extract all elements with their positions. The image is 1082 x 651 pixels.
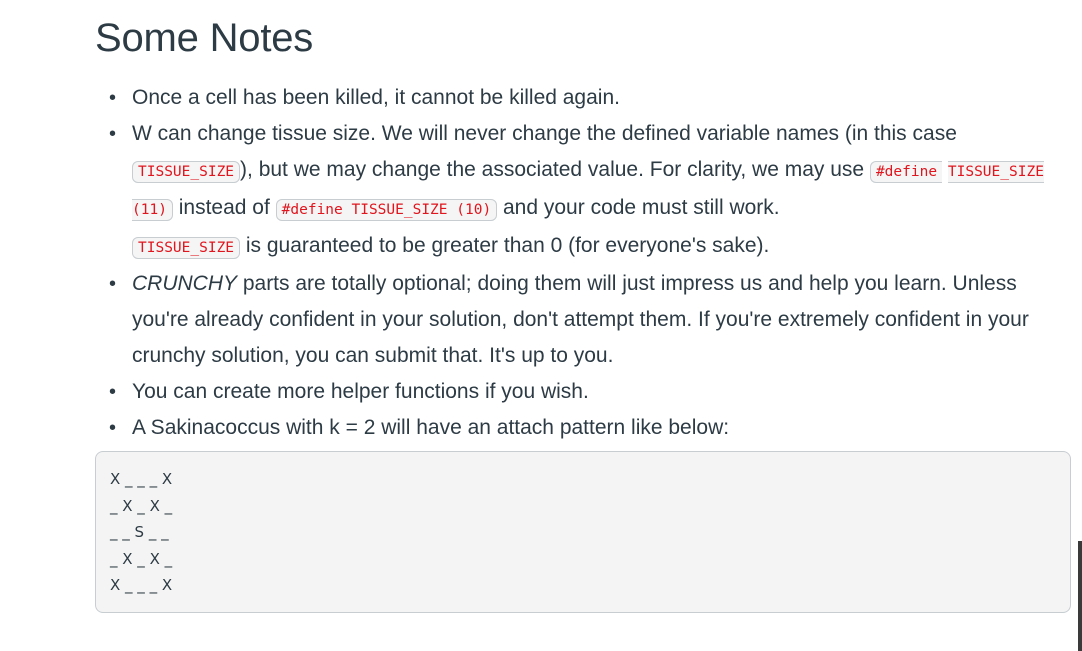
scrollbar-edge[interactable] <box>1078 541 1082 651</box>
note-text: ), but we may change the associated valu… <box>240 158 870 181</box>
bullet-icon: • <box>109 87 117 109</box>
note-text: You can create more helper functions if … <box>132 380 589 403</box>
list-item: • You can create more helper functions i… <box>95 374 1055 410</box>
inline-code: TISSUE_SIZE <box>132 237 241 259</box>
note-text: Once a cell has been killed, it cannot b… <box>132 86 620 109</box>
note-text: instead of <box>172 196 276 219</box>
inline-code: TISSUE_SIZE <box>132 161 241 183</box>
list-item: • Once a cell has been killed, it cannot… <box>95 80 1055 116</box>
inline-code: #define TISSUE_SIZE (10) <box>275 199 498 221</box>
note-text: parts are totally optional; doing them w… <box>132 272 1029 367</box>
notes-list: • Once a cell has been killed, it cannot… <box>95 80 1055 446</box>
note-text: is guaranteed to be greater than 0 (for … <box>240 234 770 257</box>
note-text: and your code must still work. <box>497 196 780 219</box>
list-item: • A Sakinacoccus with k = 2 will have an… <box>95 410 1055 446</box>
pattern-code-block: X _ _ _ X _ X _ X _ _ _ S _ _ _ X _ X _ … <box>95 451 1071 613</box>
bullet-icon: • <box>109 273 117 295</box>
emphasis-text: CRUNCHY <box>132 272 237 295</box>
bullet-icon: • <box>109 123 117 145</box>
bullet-icon: • <box>109 381 117 403</box>
note-text: A Sakinacoccus with k = 2 will have an a… <box>132 416 730 439</box>
page-heading: Some Notes <box>95 16 314 60</box>
list-item: • CRUNCHY parts are totally optional; do… <box>95 266 1055 374</box>
note-text: W can change tissue size. We will never … <box>132 122 957 145</box>
inline-code: #define <box>869 161 943 183</box>
list-item: • W can change tissue size. We will neve… <box>95 116 1055 266</box>
bullet-icon: • <box>109 417 117 439</box>
